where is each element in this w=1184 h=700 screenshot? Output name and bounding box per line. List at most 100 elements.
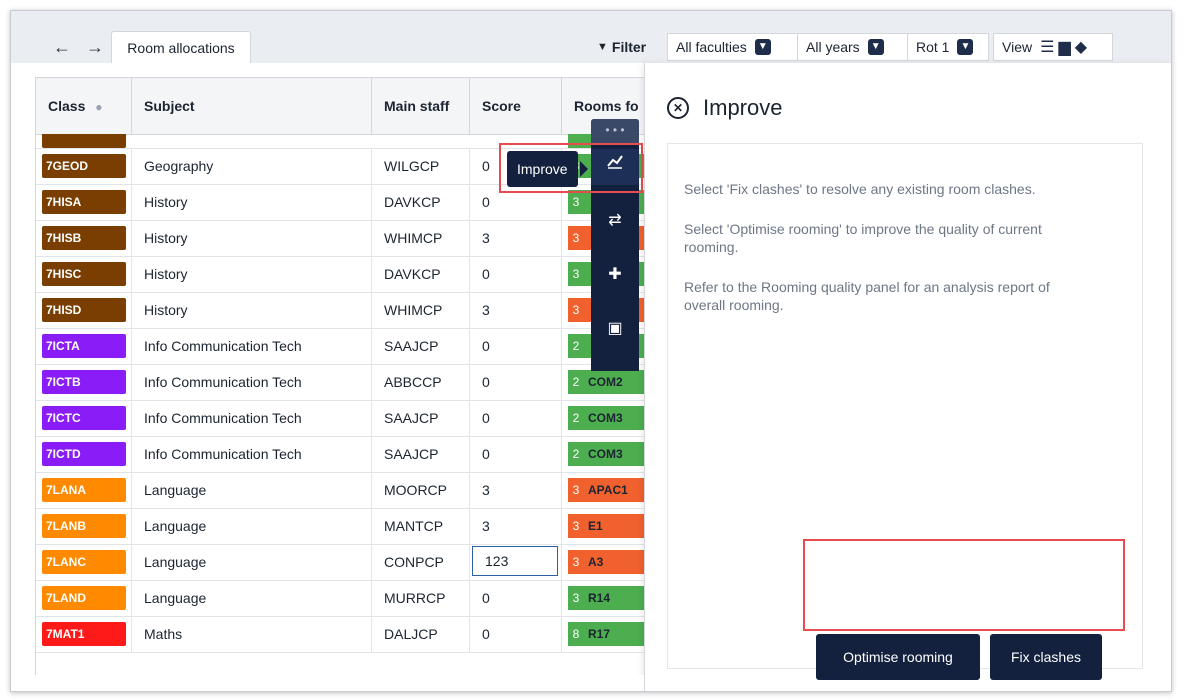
class-cell[interactable]: 7HISD xyxy=(36,292,132,328)
staff-cell[interactable]: SAAJCP xyxy=(372,436,470,472)
score-cell[interactable]: 0 xyxy=(470,400,562,436)
class-cell[interactable]: 7HISA xyxy=(36,184,132,220)
report-chat-icon[interactable]: ▣ xyxy=(591,311,639,347)
score-input[interactable]: 123 xyxy=(472,546,558,576)
staff-cell[interactable]: WHIMCP xyxy=(372,292,470,328)
subject-cell[interactable]: Geography xyxy=(132,148,372,184)
room-chip: R14 xyxy=(584,586,646,610)
table-row[interactable]: 7ICTD Info Communication Tech SAAJCP 0 2 COM3 xyxy=(36,436,646,473)
view-controls[interactable]: View ☰ ▆ ◆ xyxy=(993,33,1113,61)
staff-cell[interactable]: WHIMCP xyxy=(372,220,470,256)
staff-cell[interactable]: SAAJCP xyxy=(372,400,470,436)
subject-cell[interactable]: Language xyxy=(132,580,372,616)
score-cell[interactable]: 0 xyxy=(470,256,562,292)
years-dropdown[interactable]: All years ▼ xyxy=(797,33,909,61)
staff-cell[interactable]: DALJCP xyxy=(372,616,470,652)
more-options-handle[interactable]: • • • xyxy=(591,119,639,143)
staff-cell[interactable]: MOORCP xyxy=(372,472,470,508)
subject-cell[interactable]: Info Communication Tech xyxy=(132,436,372,472)
subject-cell[interactable]: Language xyxy=(132,508,372,544)
subject-cell[interactable]: Maths xyxy=(132,616,372,652)
staff-cell[interactable]: WILGCP xyxy=(372,148,470,184)
optimise-rooming-button[interactable]: Optimise rooming xyxy=(816,634,980,680)
class-cell[interactable]: 7LAND xyxy=(36,580,132,616)
rooms-cell[interactable]: 3 R14 xyxy=(562,580,646,616)
table-row[interactable]: 7LANB Language MANTCP 3 3 E1 xyxy=(36,508,646,545)
class-cell[interactable]: 7ICTA xyxy=(36,328,132,364)
fix-clashes-button[interactable]: Fix clashes xyxy=(990,634,1102,680)
score-cell[interactable]: 3 xyxy=(470,508,562,544)
score-cell[interactable]: 3 xyxy=(470,220,562,256)
subject-cell[interactable]: History xyxy=(132,184,372,220)
score-cell[interactable]: 3 xyxy=(470,292,562,328)
list-view-icon[interactable]: ☰ xyxy=(1040,37,1054,57)
staff-cell[interactable]: CONPCP xyxy=(372,544,470,580)
rooms-cell[interactable]: 3 APAC1 xyxy=(562,472,646,508)
class-cell[interactable]: 7MAT1 xyxy=(36,616,132,652)
column-header-subject[interactable]: Subject xyxy=(132,78,372,134)
table-row[interactable]: 7LANA Language MOORCP 3 3 APAC1 xyxy=(36,472,646,509)
staff-cell[interactable]: SAAJCP xyxy=(372,328,470,364)
filter-button[interactable]: ▼ Filter xyxy=(597,33,661,61)
subject-cell[interactable]: History xyxy=(132,220,372,256)
help-icon[interactable]: ◆ xyxy=(1075,37,1087,57)
rooms-cell[interactable]: 2 COM3 xyxy=(562,400,646,436)
table-row[interactable]: 7HISD History WHIMCP 3 3 xyxy=(36,292,646,329)
class-cell[interactable]: 7HISC xyxy=(36,256,132,292)
table-row[interactable]: 7MAT1 Maths DALJCP 0 8 R17 xyxy=(36,616,646,653)
class-cell[interactable]: 7LANC xyxy=(36,544,132,580)
staff-cell[interactable]: DAVKCP xyxy=(372,184,470,220)
column-header-class[interactable]: Class ● xyxy=(36,78,132,134)
staff-cell[interactable]: DAVKCP xyxy=(372,256,470,292)
subject-cell[interactable]: Info Communication Tech xyxy=(132,328,372,364)
table-row[interactable]: 7HISB History WHIMCP 3 3 xyxy=(36,220,646,257)
subject-cell[interactable]: Info Communication Tech xyxy=(132,400,372,436)
score-cell[interactable]: 0 xyxy=(470,616,562,652)
score-cell[interactable]: 0 xyxy=(470,364,562,400)
subject-cell[interactable]: Language xyxy=(132,544,372,580)
swap-rooms-icon[interactable]: ⇄ xyxy=(591,203,639,239)
nav-arrows[interactable]: ← → xyxy=(53,37,109,58)
score-cell[interactable]: 0 xyxy=(470,328,562,364)
score-cell[interactable]: 0 xyxy=(470,580,562,616)
rooms-cell[interactable]: 3 A3 xyxy=(562,544,646,580)
close-icon[interactable]: ✕ xyxy=(667,97,689,119)
subject-cell[interactable]: History xyxy=(132,256,372,292)
table-row[interactable]: 7ICTA Info Communication Tech SAAJCP 0 2 xyxy=(36,328,646,365)
staff-cell[interactable]: MURRCP xyxy=(372,580,470,616)
class-cell[interactable]: 7GEOD xyxy=(36,148,132,184)
subject-cell[interactable]: Language xyxy=(132,472,372,508)
rooms-cell[interactable]: 8 R17 xyxy=(562,616,646,652)
table-row[interactable]: 7ICTB Info Communication Tech ABBCCP 0 2 COM2 xyxy=(36,364,646,401)
tab-room-allocations[interactable]: Room allocations xyxy=(111,31,251,63)
rooms-cell[interactable]: 2 COM3 xyxy=(562,436,646,472)
staff-cell[interactable]: MANTCP xyxy=(372,508,470,544)
table-row[interactable]: 7ICTC Info Communication Tech SAAJCP 0 2 COM3 xyxy=(36,400,646,437)
class-cell[interactable]: 7HISB xyxy=(36,220,132,256)
class-cell[interactable]: 7LANA xyxy=(36,472,132,508)
rotation-dropdown[interactable]: Rot 1 ▼ xyxy=(907,33,989,61)
column-header-main-staff[interactable]: Main staff xyxy=(372,78,470,134)
score-cell[interactable]: 123 xyxy=(470,544,562,580)
staff-cell[interactable]: ABBCCP xyxy=(372,364,470,400)
score-cell[interactable]: 0 xyxy=(470,436,562,472)
add-room-icon[interactable]: ✚ xyxy=(591,257,639,293)
class-cell[interactable]: 7ICTB xyxy=(36,364,132,400)
subject-cell[interactable]: Info Communication Tech xyxy=(132,364,372,400)
class-cell[interactable]: 7ICTC xyxy=(36,400,132,436)
room-chip: R17 xyxy=(584,622,646,646)
table-row[interactable]: 7LAND Language MURRCP 0 3 R14 xyxy=(36,580,646,617)
subject-cell[interactable]: History xyxy=(132,292,372,328)
faculties-dropdown[interactable]: All faculties ▼ xyxy=(667,33,799,61)
sort-icon[interactable]: ● xyxy=(95,100,102,114)
rooms-cell[interactable]: 3 E1 xyxy=(562,508,646,544)
class-cell[interactable]: 7LANB xyxy=(36,508,132,544)
scrollbar-area[interactable] xyxy=(11,675,644,691)
table-row[interactable]: 7HISC History DAVKCP 0 3 xyxy=(36,256,646,293)
top-toolbar: ← → Room allocations ▼ Filter All facult… xyxy=(11,11,1171,63)
column-header-score[interactable]: Score xyxy=(470,78,562,134)
class-cell[interactable]: 7ICTD xyxy=(36,436,132,472)
score-cell[interactable]: 3 xyxy=(470,472,562,508)
table-row[interactable]: 7LANC Language CONPCP 123 3 A3 xyxy=(36,544,646,581)
panel-view-icon[interactable]: ▆ xyxy=(1058,37,1070,57)
